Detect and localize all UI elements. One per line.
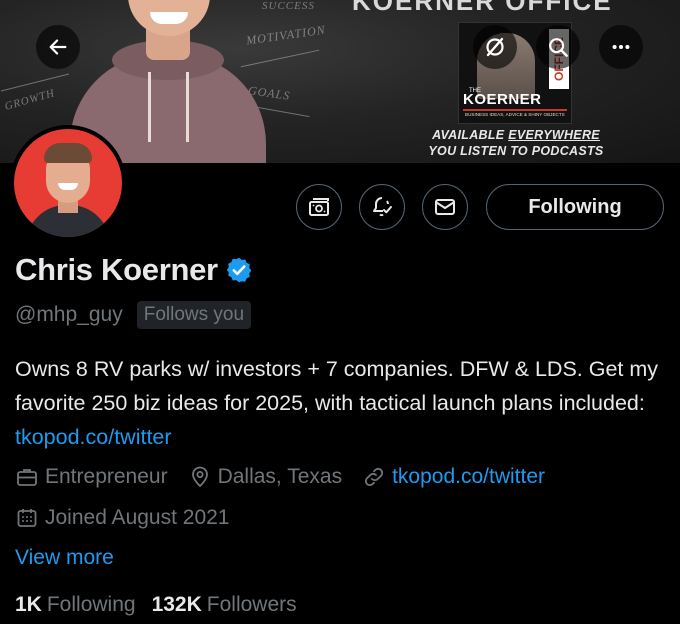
joined-label: Joined August 2021 xyxy=(45,506,230,529)
profile-bio: Owns 8 RV parks w/ investors + 7 compani… xyxy=(15,352,675,454)
location-pin-icon xyxy=(191,466,208,488)
money-icon xyxy=(309,198,329,216)
verified-badge-icon[interactable] xyxy=(225,256,253,284)
followers-stat[interactable]: 132K Followers xyxy=(152,593,297,617)
more-icon xyxy=(612,44,630,50)
chalk-line xyxy=(0,73,70,92)
location-label: Dallas, Texas xyxy=(217,465,343,488)
search-button[interactable] xyxy=(536,25,580,69)
grok-icon xyxy=(486,37,504,57)
category-label: Entrepreneur xyxy=(45,465,168,488)
chalk-word: GROWTH xyxy=(3,87,57,113)
following-count: 1K xyxy=(15,593,42,616)
profile-avatar[interactable] xyxy=(10,125,126,241)
grok-button[interactable] xyxy=(473,25,517,69)
banner-podcast-title: KOERNER OFFICE xyxy=(352,0,613,16)
envelope-icon xyxy=(435,199,455,215)
bio-text: Owns 8 RV parks w/ investors + 7 compani… xyxy=(15,357,659,415)
display-name: Chris Koerner xyxy=(15,252,218,287)
website-item[interactable]: tkopod.co/twitter xyxy=(362,465,545,489)
website-link[interactable]: tkopod.co/twitter xyxy=(392,465,545,489)
message-button[interactable] xyxy=(422,184,468,230)
arrow-left-icon xyxy=(49,39,67,55)
joined-row: Joined August 2021 xyxy=(15,506,250,530)
view-more-link[interactable]: View more xyxy=(15,546,114,570)
followers-stat-label: Followers xyxy=(206,593,297,616)
following-stat[interactable]: 1K Following xyxy=(15,593,136,617)
back-button[interactable] xyxy=(36,25,80,69)
bio-link[interactable]: tkopod.co/twitter xyxy=(15,425,172,449)
podcast-name: KOERNER xyxy=(463,91,542,108)
available-everywhere-text: AVAILABLE EVERYWHERE YOU LISTEN TO PODCA… xyxy=(428,128,604,158)
handle-row: @mhp_guy Follows you xyxy=(15,301,252,329)
follow-stats: 1K Following 132K Followers xyxy=(15,593,313,617)
following-stat-label: Following xyxy=(46,593,136,616)
joined-item: Joined August 2021 xyxy=(15,506,230,530)
more-button[interactable] xyxy=(599,25,643,69)
subscribe-button[interactable] xyxy=(296,184,342,230)
follows-you-badge: Follows you xyxy=(136,301,252,329)
user-handle: @mhp_guy xyxy=(15,303,123,326)
link-icon xyxy=(365,467,384,487)
podcast-tagline: BUSINESS IDEAS, ADVICE & SHINY OBJECTS xyxy=(465,112,565,117)
search-icon xyxy=(549,38,568,57)
notifications-button[interactable] xyxy=(359,184,405,230)
location-item: Dallas, Texas xyxy=(188,465,343,489)
followers-count: 132K xyxy=(151,593,202,616)
category-item: Entrepreneur xyxy=(15,465,168,489)
briefcase-icon xyxy=(17,469,37,486)
calendar-icon xyxy=(17,509,37,527)
profile-name-row: Chris Koerner xyxy=(15,252,253,288)
profile-meta-row: Entrepreneur Dallas, Texas tkopod.co/twi… xyxy=(15,465,565,489)
following-button[interactable]: Following xyxy=(486,184,664,230)
bell-check-icon xyxy=(373,197,392,217)
